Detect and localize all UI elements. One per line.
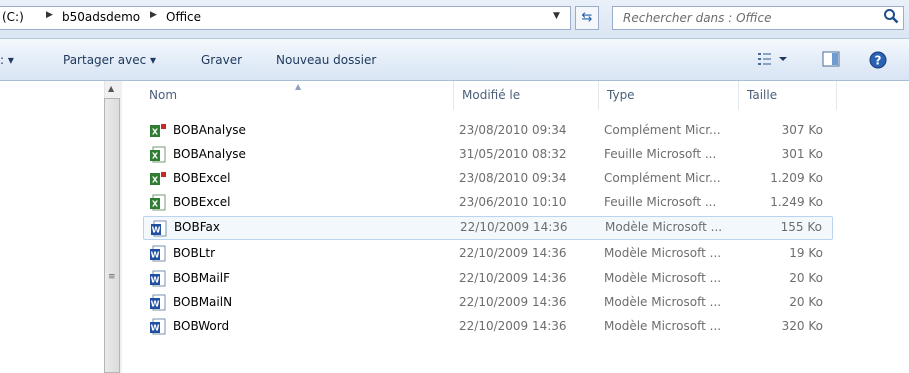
excel-addin-icon: X	[150, 172, 166, 185]
refresh-icon: ⇆	[581, 10, 593, 25]
column-header-type[interactable]: Type	[599, 81, 739, 110]
svg-text:X: X	[152, 176, 159, 185]
burn-button[interactable]: Graver	[201, 53, 242, 67]
file-type: Complément Micr...	[604, 123, 721, 137]
navigation-pane[interactable]	[0, 81, 104, 373]
file-row[interactable]: W BOBMailF 22/10/2009 14:36 Modèle Micro…	[143, 267, 833, 291]
file-modified: 22/10/2009 14:36	[459, 246, 567, 260]
command-bar: : ▾ Partager avec ▾ Graver Nouveau dossi…	[0, 39, 909, 81]
file-row[interactable]: X BOBAnalyse 23/08/2010 09:34 Complément…	[143, 119, 833, 143]
column-header-type-label: Type	[607, 88, 635, 102]
file-modified: 31/05/2010 08:32	[459, 147, 567, 161]
svg-text:?: ?	[875, 54, 882, 68]
svg-text:W: W	[151, 276, 160, 285]
file-size: 20 Ko	[789, 271, 823, 285]
sort-ascending-icon: ▲	[295, 82, 302, 91]
file-name: BOBMailF	[173, 271, 230, 285]
word-template-icon: W	[150, 318, 166, 335]
file-modified: 22/10/2009 14:36	[459, 319, 567, 333]
organize-menu-arrow-icon[interactable]: : ▾	[0, 53, 14, 67]
search-input[interactable]: Rechercher dans : Office	[612, 6, 904, 30]
svg-text:X: X	[152, 128, 159, 137]
file-name: BOBWord	[173, 319, 230, 333]
file-row[interactable]: W BOBWord 22/10/2009 14:36 Modèle Micros…	[143, 315, 833, 339]
file-name: BOBAnalyse	[173, 147, 246, 161]
file-row[interactable]: W BOBMailN 22/10/2009 14:36 Modèle Micro…	[143, 291, 833, 315]
file-size: 20 Ko	[789, 295, 823, 309]
file-modified: 23/06/2010 10:10	[459, 195, 567, 209]
share-with-button[interactable]: Partager avec ▾	[63, 53, 156, 67]
svg-text:W: W	[151, 251, 160, 260]
file-row[interactable]: X BOBAnalyse 31/05/2010 08:32 Feuille Mi…	[143, 143, 833, 167]
file-type: Feuille Microsoft ...	[604, 147, 717, 161]
breadcrumb-drive[interactable]: (C:)	[2, 10, 24, 24]
scrollbar-thumb[interactable]	[104, 98, 120, 373]
word-template-icon: W	[150, 245, 166, 262]
file-size: 1.249 Ko	[770, 195, 823, 209]
file-row-selected[interactable]: W BOBFax 22/10/2009 14:36 Modèle Microso…	[143, 216, 833, 240]
column-header-size-label: Taille	[747, 88, 778, 102]
column-header-name-label: Nom	[149, 88, 178, 102]
file-name: BOBAnalyse	[173, 123, 246, 137]
file-modified: 22/10/2009 14:36	[459, 295, 567, 309]
file-type: Modèle Microsoft ...	[605, 220, 723, 234]
svg-text:W: W	[152, 226, 161, 235]
file-name: BOBExcel	[173, 195, 231, 209]
svg-text:W: W	[151, 300, 160, 309]
file-row[interactable]: X BOBExcel 23/06/2010 10:10 Feuille Micr…	[143, 191, 833, 215]
file-modified: 22/10/2009 14:36	[459, 271, 567, 285]
file-row[interactable]: W BOBLtr 22/10/2009 14:36 Modèle Microso…	[143, 242, 833, 266]
search-icon[interactable]	[883, 8, 899, 24]
excel-addin-icon: X	[150, 124, 166, 137]
word-template-icon: W	[151, 220, 167, 237]
help-icon[interactable]: ?	[869, 51, 887, 69]
scroll-up-arrow-icon[interactable]: ▲	[108, 84, 114, 93]
file-type: Modèle Microsoft ...	[604, 319, 722, 333]
excel-sheet-icon: X	[150, 146, 166, 163]
file-type: Feuille Microsoft ...	[604, 195, 717, 209]
file-size: 301 Ko	[781, 147, 823, 161]
file-type: Modèle Microsoft ...	[604, 271, 722, 285]
search-placeholder: Rechercher dans : Office	[623, 11, 772, 25]
excel-sheet-icon: X	[150, 194, 166, 211]
svg-text:X: X	[152, 152, 159, 161]
preview-pane-icon[interactable]	[822, 51, 840, 67]
file-size: 307 Ko	[781, 123, 823, 137]
file-name: BOBExcel	[173, 171, 231, 185]
scrollbar-grip-icon: ≡	[108, 272, 116, 282]
word-template-icon: W	[150, 294, 166, 311]
file-modified: 23/08/2010 09:34	[459, 171, 567, 185]
file-name: BOBMailN	[173, 295, 233, 309]
file-type: Modèle Microsoft ...	[604, 246, 722, 260]
new-folder-button[interactable]: Nouveau dossier	[276, 53, 376, 67]
file-size: 320 Ko	[781, 319, 823, 333]
breadcrumb-folder-b50adsdemo[interactable]: b50adsdemo	[62, 10, 140, 24]
svg-text:X: X	[152, 200, 159, 209]
change-view-icon[interactable]	[757, 51, 789, 67]
breadcrumb-separator-icon[interactable]: ▶	[150, 10, 157, 20]
file-modified: 22/10/2009 14:36	[460, 220, 568, 234]
address-bar-area: (C:) ▶ b50adsdemo ▶ Office ▼ ⇆ Recherche…	[0, 0, 909, 39]
address-history-dropdown-icon[interactable]: ▼	[553, 11, 560, 21]
file-name: BOBLtr	[173, 246, 216, 260]
address-bar[interactable]: (C:) ▶ b50adsdemo ▶ Office ▼	[0, 6, 571, 30]
column-header-size[interactable]: Taille	[739, 81, 837, 110]
breadcrumb-folder-office[interactable]: Office	[166, 10, 201, 24]
file-name: BOBFax	[174, 220, 220, 234]
file-size: 155 Ko	[780, 220, 822, 234]
column-header-modified[interactable]: Modifié le	[454, 81, 599, 110]
file-type: Modèle Microsoft ...	[604, 295, 722, 309]
file-type: Complément Micr...	[604, 171, 721, 185]
file-modified: 23/08/2010 09:34	[459, 123, 567, 137]
refresh-button[interactable]: ⇆	[575, 6, 599, 30]
word-template-icon: W	[150, 270, 166, 287]
file-size: 19 Ko	[789, 246, 823, 260]
svg-text:W: W	[151, 324, 160, 333]
column-header-modified-label: Modifié le	[462, 88, 521, 102]
file-size: 1.209 Ko	[770, 171, 823, 185]
file-row[interactable]: X BOBExcel 23/08/2010 09:34 Complément M…	[143, 167, 833, 191]
breadcrumb-separator-icon[interactable]: ▶	[46, 10, 53, 20]
